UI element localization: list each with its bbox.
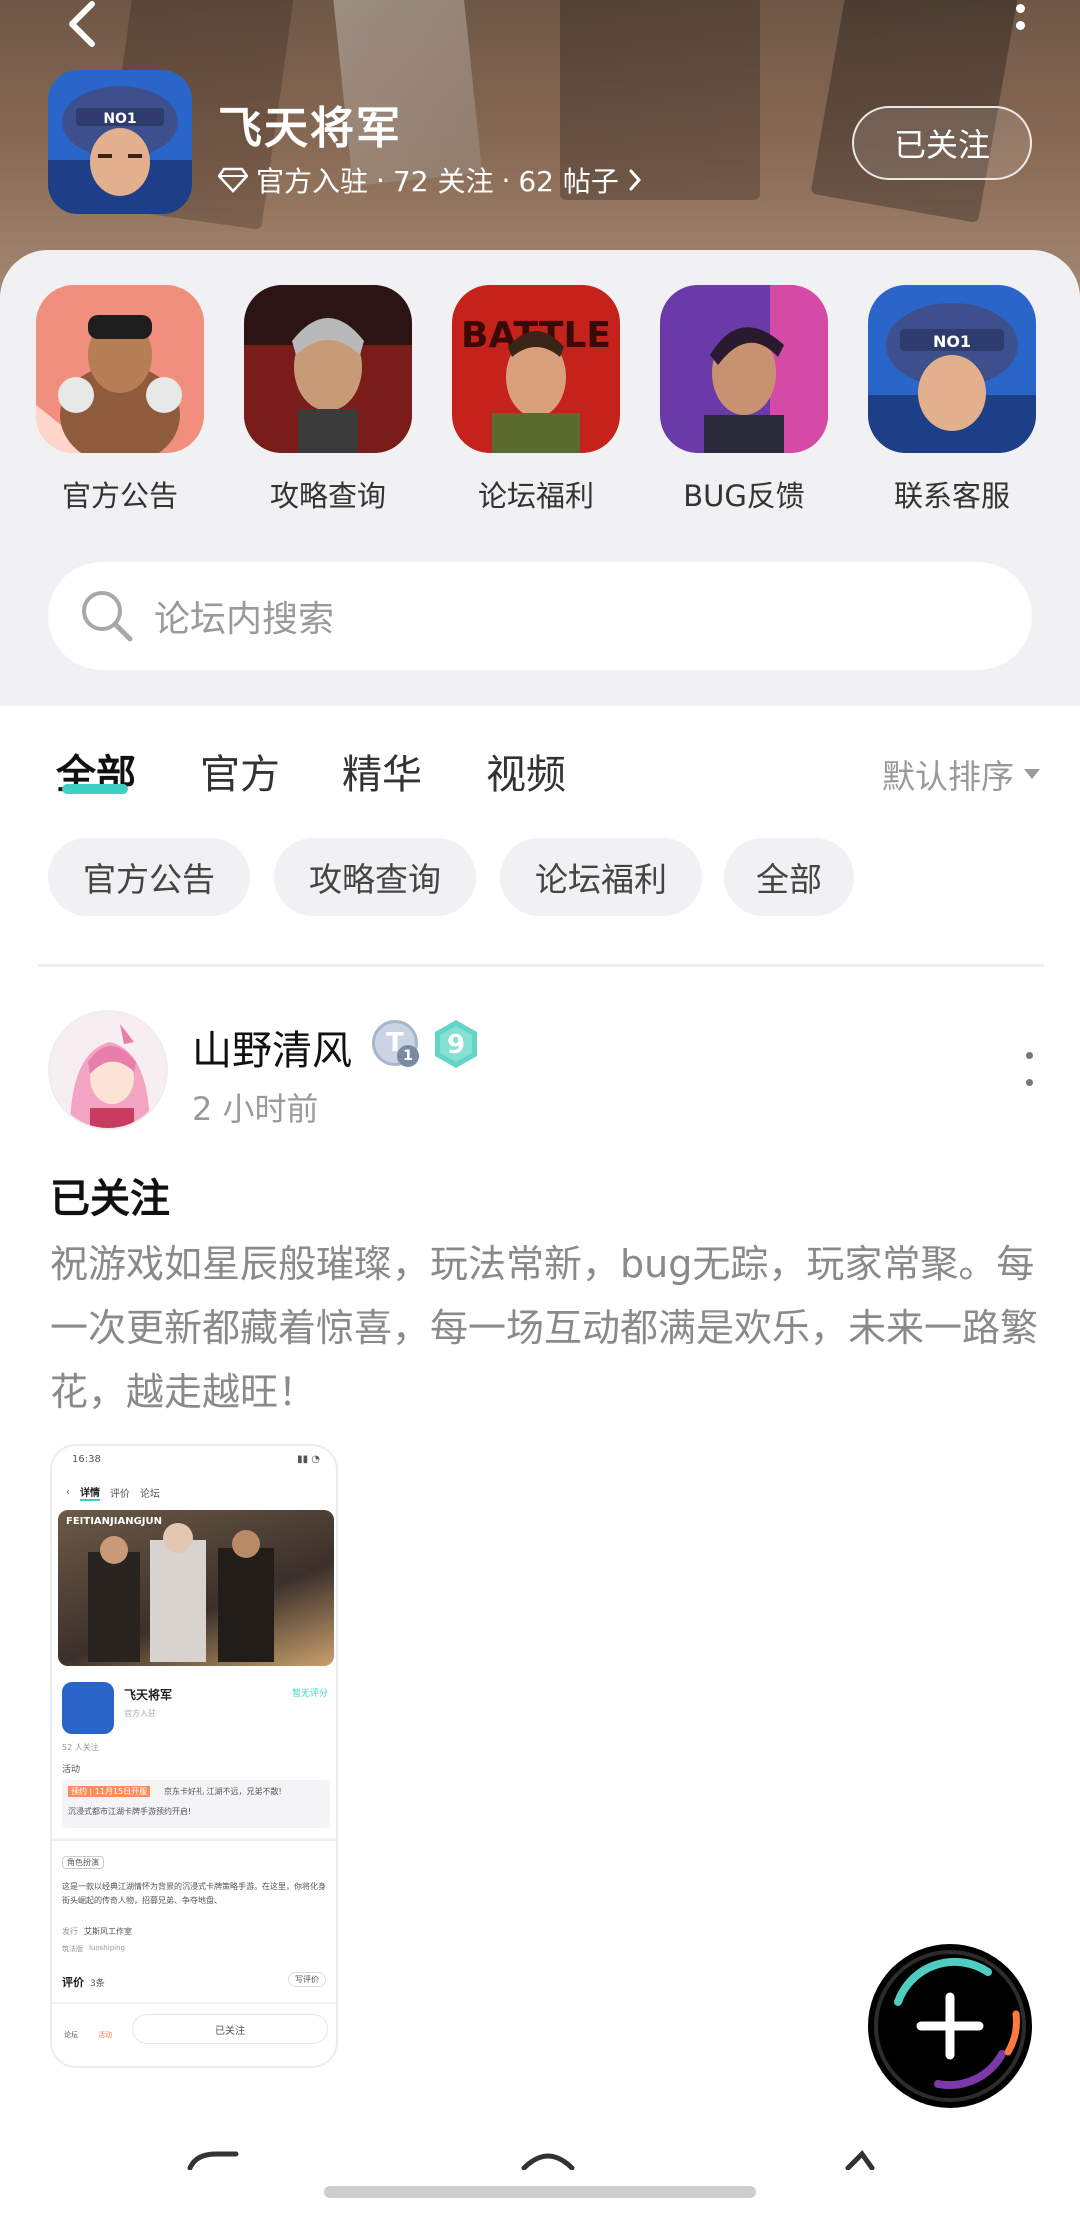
post-more-button[interactable] — [1022, 1052, 1036, 1086]
post-count: 62 帖子 — [518, 165, 619, 198]
shot-promo-text: 京东卡好礼 江湖不远，兄弟不散! — [164, 1787, 282, 1796]
shot-rating: 暂无评分 — [291, 1689, 328, 1699]
shortcut-welfare[interactable]: BATTLE 论坛福利 — [446, 285, 626, 515]
back-arrow-icon — [69, 1, 95, 47]
shortcut-thumb — [660, 285, 828, 453]
shot-pkg: luoshiping — [89, 1944, 125, 1952]
shortcut-label: 论坛福利 — [477, 479, 594, 513]
shortcut-thumb: NO1 — [868, 285, 1036, 453]
chip-all[interactable]: 全部 — [724, 838, 854, 916]
divider — [38, 964, 1044, 967]
shot-banner: FEITIANJIANGJUN — [58, 1510, 334, 1666]
shot-dev-label: 发行 — [62, 1927, 78, 1936]
follow-button[interactable]: 已关注 — [852, 106, 1032, 180]
home-indicator — [324, 2186, 756, 2198]
shot-activity: 活动 — [62, 1765, 81, 1775]
post-image[interactable]: 16:38 ▮▮ ◔ ‹ 详情 评价 论坛 FEITIANJIANGJUN 飞天… — [50, 1444, 338, 2068]
shot-promo: 预约 | 11月15日开服 京东卡好礼 江湖不远，兄弟不散! 沉浸式都市江湖卡牌… — [62, 1780, 330, 1828]
like-icon[interactable] — [842, 2150, 882, 2170]
shot-game-name: 飞天将军 — [124, 1688, 173, 1702]
plus-icon — [916, 1992, 984, 2060]
svg-text:NO1: NO1 — [933, 332, 971, 351]
level-badge-icon: 9 — [435, 1020, 477, 1068]
post-username[interactable]: 山野清风 — [192, 1018, 352, 1076]
shot-review-label: 评价 — [62, 1976, 84, 1989]
shortcut-thumb — [36, 285, 204, 453]
shot-followers: 52 人关注 — [62, 1743, 99, 1752]
shot-time: 16:38 — [72, 1454, 101, 1465]
shortcut-announcement[interactable]: 官方公告 — [30, 285, 210, 515]
forum-header: NO1 飞天将军 官方入驻 · 72 关注 · 62 帖子 已关注 官方公告 攻… — [0, 0, 1080, 706]
tab-featured[interactable]: 精华 — [342, 742, 422, 800]
shot-review-count: 3条 — [90, 1978, 105, 1989]
shortcut-thumb — [244, 285, 412, 453]
shortcut-row: 官方公告 攻略查询 BATT — [0, 285, 1080, 515]
shot-status-icons: ▮▮ ◔ — [297, 1454, 320, 1465]
more-vertical-icon — [1025, 1052, 1033, 1059]
search-bar[interactable]: 论坛内搜索 — [48, 562, 1032, 670]
shortcut-label: 官方公告 — [61, 479, 178, 513]
shortcut-card: 官方公告 攻略查询 BATT — [0, 250, 1080, 706]
sort-dropdown[interactable]: 默认排序 — [882, 750, 1040, 798]
game-avatar: NO1 — [48, 70, 192, 214]
shot-write-review: 写评价 — [288, 1972, 326, 1987]
filter-chips: 官方公告 攻略查询 论坛福利 全部 — [0, 838, 1080, 918]
shot-game-icon — [62, 1682, 114, 1734]
shot-banner-text: FEITIANJIANGJUN — [66, 1516, 163, 1527]
share-icon[interactable] — [186, 2150, 242, 2170]
back-button[interactable] — [52, 0, 112, 52]
comment-icon[interactable] — [518, 2150, 582, 2170]
shortcut-label: BUG反馈 — [683, 479, 805, 513]
shot-back-icon: ‹ — [66, 1486, 70, 1498]
shot-nav-activity: 活动 — [98, 2031, 112, 2039]
shot-tab-detail: 详情 — [80, 1484, 100, 1501]
shortcut-thumb: BATTLE — [452, 285, 620, 453]
shot-role-tag: 角色扮演 — [62, 1856, 104, 1869]
chevron-right-icon — [629, 169, 641, 191]
shortcut-guide[interactable]: 攻略查询 — [238, 285, 418, 515]
more-button[interactable] — [1000, 0, 1040, 40]
shot-nav-forum: 论坛 — [64, 2031, 78, 2039]
caret-down-icon — [1024, 769, 1040, 779]
chip-announcement[interactable]: 官方公告 — [48, 838, 250, 916]
shot-official: 官方入驻 — [124, 1709, 156, 1718]
sort-label: 默认排序 — [882, 757, 1014, 796]
shortcut-label: 攻略查询 — [269, 479, 386, 513]
game-meta[interactable]: 官方入驻 · 72 关注 · 62 帖子 — [218, 160, 643, 200]
diamond-icon — [218, 167, 248, 193]
chip-welfare[interactable]: 论坛福利 — [500, 838, 702, 916]
shortcut-support[interactable]: NO1 联系客服 — [862, 285, 1042, 515]
post-timestamp: 2 小时前 — [192, 1090, 319, 1128]
chip-guide[interactable]: 攻略查询 — [274, 838, 476, 916]
shot-desc: 这是一款以经典江湖情怀为背景的沉浸式卡牌策略手游。在这里，你将化身街头崛起的传奇… — [62, 1882, 326, 1905]
search-placeholder: 论坛内搜索 — [154, 599, 335, 640]
shot-promo-tag: 预约 | 11月15日开服 — [68, 1786, 151, 1797]
tab-video[interactable]: 视频 — [486, 742, 566, 800]
more-icon — [1015, 4, 1025, 13]
tab-indicator — [62, 784, 128, 794]
shot-dev: 艾斯风工作室 — [84, 1927, 132, 1936]
game-title: 飞天将军 — [218, 103, 402, 154]
follow-count: 72 关注 — [392, 165, 494, 198]
shot-promo-text2: 沉浸式都市江湖卡牌手游预约开启! — [68, 1807, 192, 1816]
post-body[interactable]: 祝游戏如星辰般璀璨，玩法常新，bug无踪，玩家常聚。每一次更新都藏着惊喜，每一场… — [50, 1232, 1050, 1424]
official-tag: 官方入驻 — [256, 165, 369, 198]
shot-followed: 已关注 — [132, 2014, 328, 2044]
tab-bar: 全部 官方 精华 视频 默认排序 — [0, 706, 1080, 826]
tab-official[interactable]: 官方 — [200, 742, 280, 800]
svg-text:NO1: NO1 — [103, 111, 136, 127]
shortcut-label: 联系客服 — [893, 479, 1010, 513]
title-badge-icon: T1 — [372, 1020, 419, 1067]
post-title[interactable]: 已关注 — [50, 1166, 170, 1224]
shot-pkg-label: 筑法版 — [62, 1945, 83, 1953]
create-post-button[interactable] — [868, 1944, 1032, 2108]
level-number: 9 — [447, 1030, 465, 1060]
shot-tab-forum: 论坛 — [140, 1488, 160, 1500]
shortcut-bug-report[interactable]: BUG反馈 — [654, 285, 834, 515]
bottom-action-bar — [0, 2150, 1080, 2180]
user-avatar[interactable] — [48, 1010, 168, 1130]
search-icon — [82, 591, 133, 642]
shot-tab-review: 评价 — [110, 1488, 130, 1500]
